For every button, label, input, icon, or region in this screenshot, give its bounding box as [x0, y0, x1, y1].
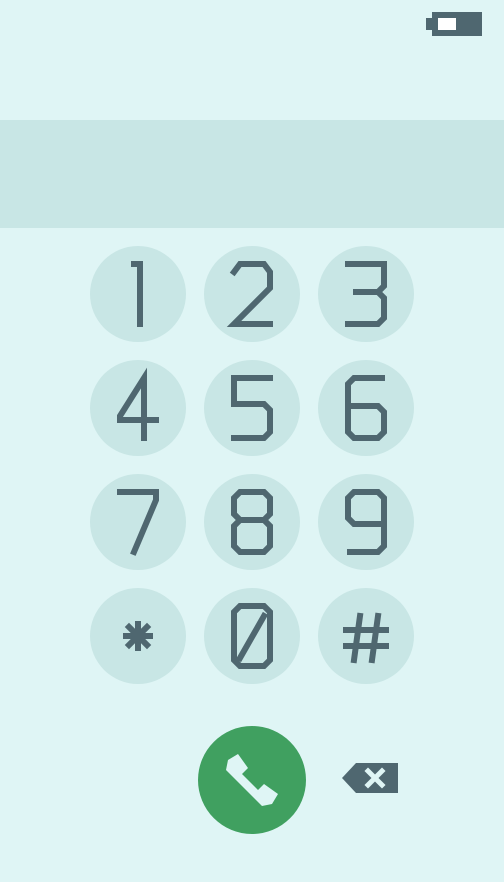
number-display	[0, 120, 504, 228]
digit-2-glyph	[226, 261, 273, 327]
key-5[interactable]: 5	[204, 360, 300, 456]
key-8[interactable]: 8	[204, 474, 300, 570]
key-star[interactable]: *	[90, 588, 186, 684]
digit-6-glyph	[345, 375, 387, 441]
digit-7-glyph	[117, 489, 159, 556]
backspace-icon	[342, 763, 398, 793]
digit-5-glyph	[231, 375, 273, 441]
key-4[interactable]: 4	[90, 360, 186, 456]
dialer-screen: 1 2 3 4 5	[0, 0, 504, 882]
key-1[interactable]: 1	[90, 246, 186, 342]
backspace-button[interactable]	[340, 760, 400, 796]
key-9[interactable]: 9	[318, 474, 414, 570]
digit-4-glyph	[117, 367, 159, 441]
key-0[interactable]: 0	[204, 588, 300, 684]
asterisk-glyph	[123, 621, 153, 651]
key-2[interactable]: 2	[204, 246, 300, 342]
dialed-number	[24, 120, 480, 228]
key-3[interactable]: 3	[318, 246, 414, 342]
status-bar	[0, 0, 504, 48]
digit-1-glyph	[131, 261, 143, 327]
call-button[interactable]	[198, 726, 306, 834]
battery-low-icon	[426, 12, 482, 36]
digit-3-glyph	[345, 261, 387, 327]
digit-8-glyph	[231, 489, 273, 555]
phone-icon	[226, 754, 278, 806]
key-7[interactable]: 7	[90, 474, 186, 570]
digit-9-glyph	[345, 489, 387, 555]
digit-0-glyph	[231, 603, 273, 669]
dial-keypad: 1 2 3 4 5	[90, 246, 414, 684]
key-6[interactable]: 6	[318, 360, 414, 456]
key-hash[interactable]: #	[318, 588, 414, 684]
hash-glyph	[343, 612, 389, 664]
